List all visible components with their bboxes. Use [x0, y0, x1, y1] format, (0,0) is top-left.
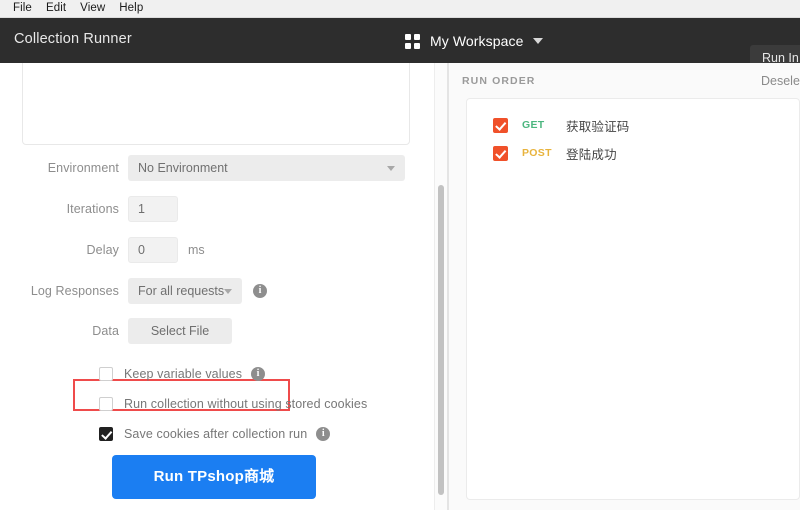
- data-label: Data: [92, 324, 119, 338]
- menu-item-help[interactable]: Help: [112, 0, 150, 17]
- environment-row: Environment No Environment: [0, 155, 434, 181]
- menu-item-edit[interactable]: Edit: [39, 0, 73, 17]
- delay-row: Delay 0 ms: [0, 237, 434, 263]
- delay-label: Delay: [86, 243, 119, 257]
- list-item[interactable]: GET 获取验证码: [467, 111, 799, 139]
- info-icon[interactable]: i: [316, 427, 331, 441]
- workspace-selector[interactable]: My Workspace: [405, 30, 543, 52]
- menu-item-view[interactable]: View: [73, 0, 112, 17]
- option-row-run-without-cookies[interactable]: Run collection without using stored cook…: [0, 393, 434, 415]
- app-header: Collection Runner My Workspace Run In C: [0, 18, 800, 71]
- request-name: 登陆成功: [566, 147, 617, 162]
- workspace-label: My Workspace: [430, 33, 524, 49]
- request-list: GET 获取验证码 POST 登陆成功: [466, 98, 800, 500]
- chevron-down-icon: [532, 38, 543, 44]
- collection-runner-window: File Edit View Help Collection Runner My…: [0, 0, 800, 510]
- run-order-title: RUN ORDER: [462, 75, 536, 87]
- delay-unit: ms: [188, 243, 205, 257]
- list-item[interactable]: POST 登陆成功: [467, 139, 799, 167]
- save-cookies-checkbox[interactable]: [99, 427, 113, 441]
- runner-config-pane: Environment No Environment Iterations 1 …: [0, 63, 434, 510]
- iterations-row: Iterations 1: [0, 196, 434, 222]
- info-icon[interactable]: i: [253, 284, 267, 298]
- data-row: Data Select File: [0, 318, 434, 344]
- request-name: 获取验证码: [566, 119, 630, 134]
- menu-item-file[interactable]: File: [6, 0, 39, 17]
- request-checkbox[interactable]: [493, 145, 508, 161]
- deselect-all-button[interactable]: Desele: [761, 74, 800, 88]
- log-responses-label: Log Responses: [30, 284, 119, 298]
- log-responses-select[interactable]: For all requests: [128, 278, 242, 304]
- option-row-save-cookies[interactable]: Save cookies after collection run i: [0, 423, 434, 445]
- delay-input[interactable]: 0: [128, 237, 178, 263]
- select-file-button[interactable]: Select File: [128, 318, 232, 344]
- iterations-input[interactable]: 1: [128, 196, 178, 222]
- grid-icon: [405, 33, 420, 49]
- environment-label: Environment: [47, 161, 119, 175]
- chevron-down-icon: [387, 166, 395, 171]
- environment-value: No Environment: [138, 161, 228, 175]
- keep-variable-values-checkbox[interactable]: [99, 367, 113, 381]
- request-method: POST: [522, 147, 552, 159]
- log-responses-row: Log Responses For all requests i: [0, 278, 434, 304]
- page-title: Collection Runner: [14, 31, 132, 47]
- keep-variable-values-label: Keep variable values: [124, 367, 243, 381]
- request-method: GET: [522, 119, 545, 131]
- chevron-down-icon: [224, 289, 232, 294]
- left-pane-scrollbar-thumb[interactable]: [438, 185, 444, 495]
- environment-select[interactable]: No Environment: [128, 155, 405, 181]
- log-responses-value: For all requests: [138, 284, 225, 298]
- collection-selection-box[interactable]: [22, 63, 410, 145]
- run-without-stored-cookies-checkbox[interactable]: [99, 397, 113, 411]
- info-icon[interactable]: i: [251, 367, 266, 381]
- option-row-keep-variable-values[interactable]: Keep variable values i: [0, 363, 434, 385]
- run-collection-button[interactable]: Run TPshop商城: [112, 455, 316, 499]
- run-order-pane: RUN ORDER Desele GET 获取验证码 POST 登陆成功: [449, 63, 800, 510]
- request-checkbox[interactable]: [493, 117, 508, 133]
- run-without-stored-cookies-label: Run collection without using stored cook…: [124, 397, 368, 411]
- iterations-label: Iterations: [66, 202, 119, 216]
- save-cookies-label: Save cookies after collection run: [124, 427, 308, 441]
- os-menu-bar: File Edit View Help: [0, 0, 800, 18]
